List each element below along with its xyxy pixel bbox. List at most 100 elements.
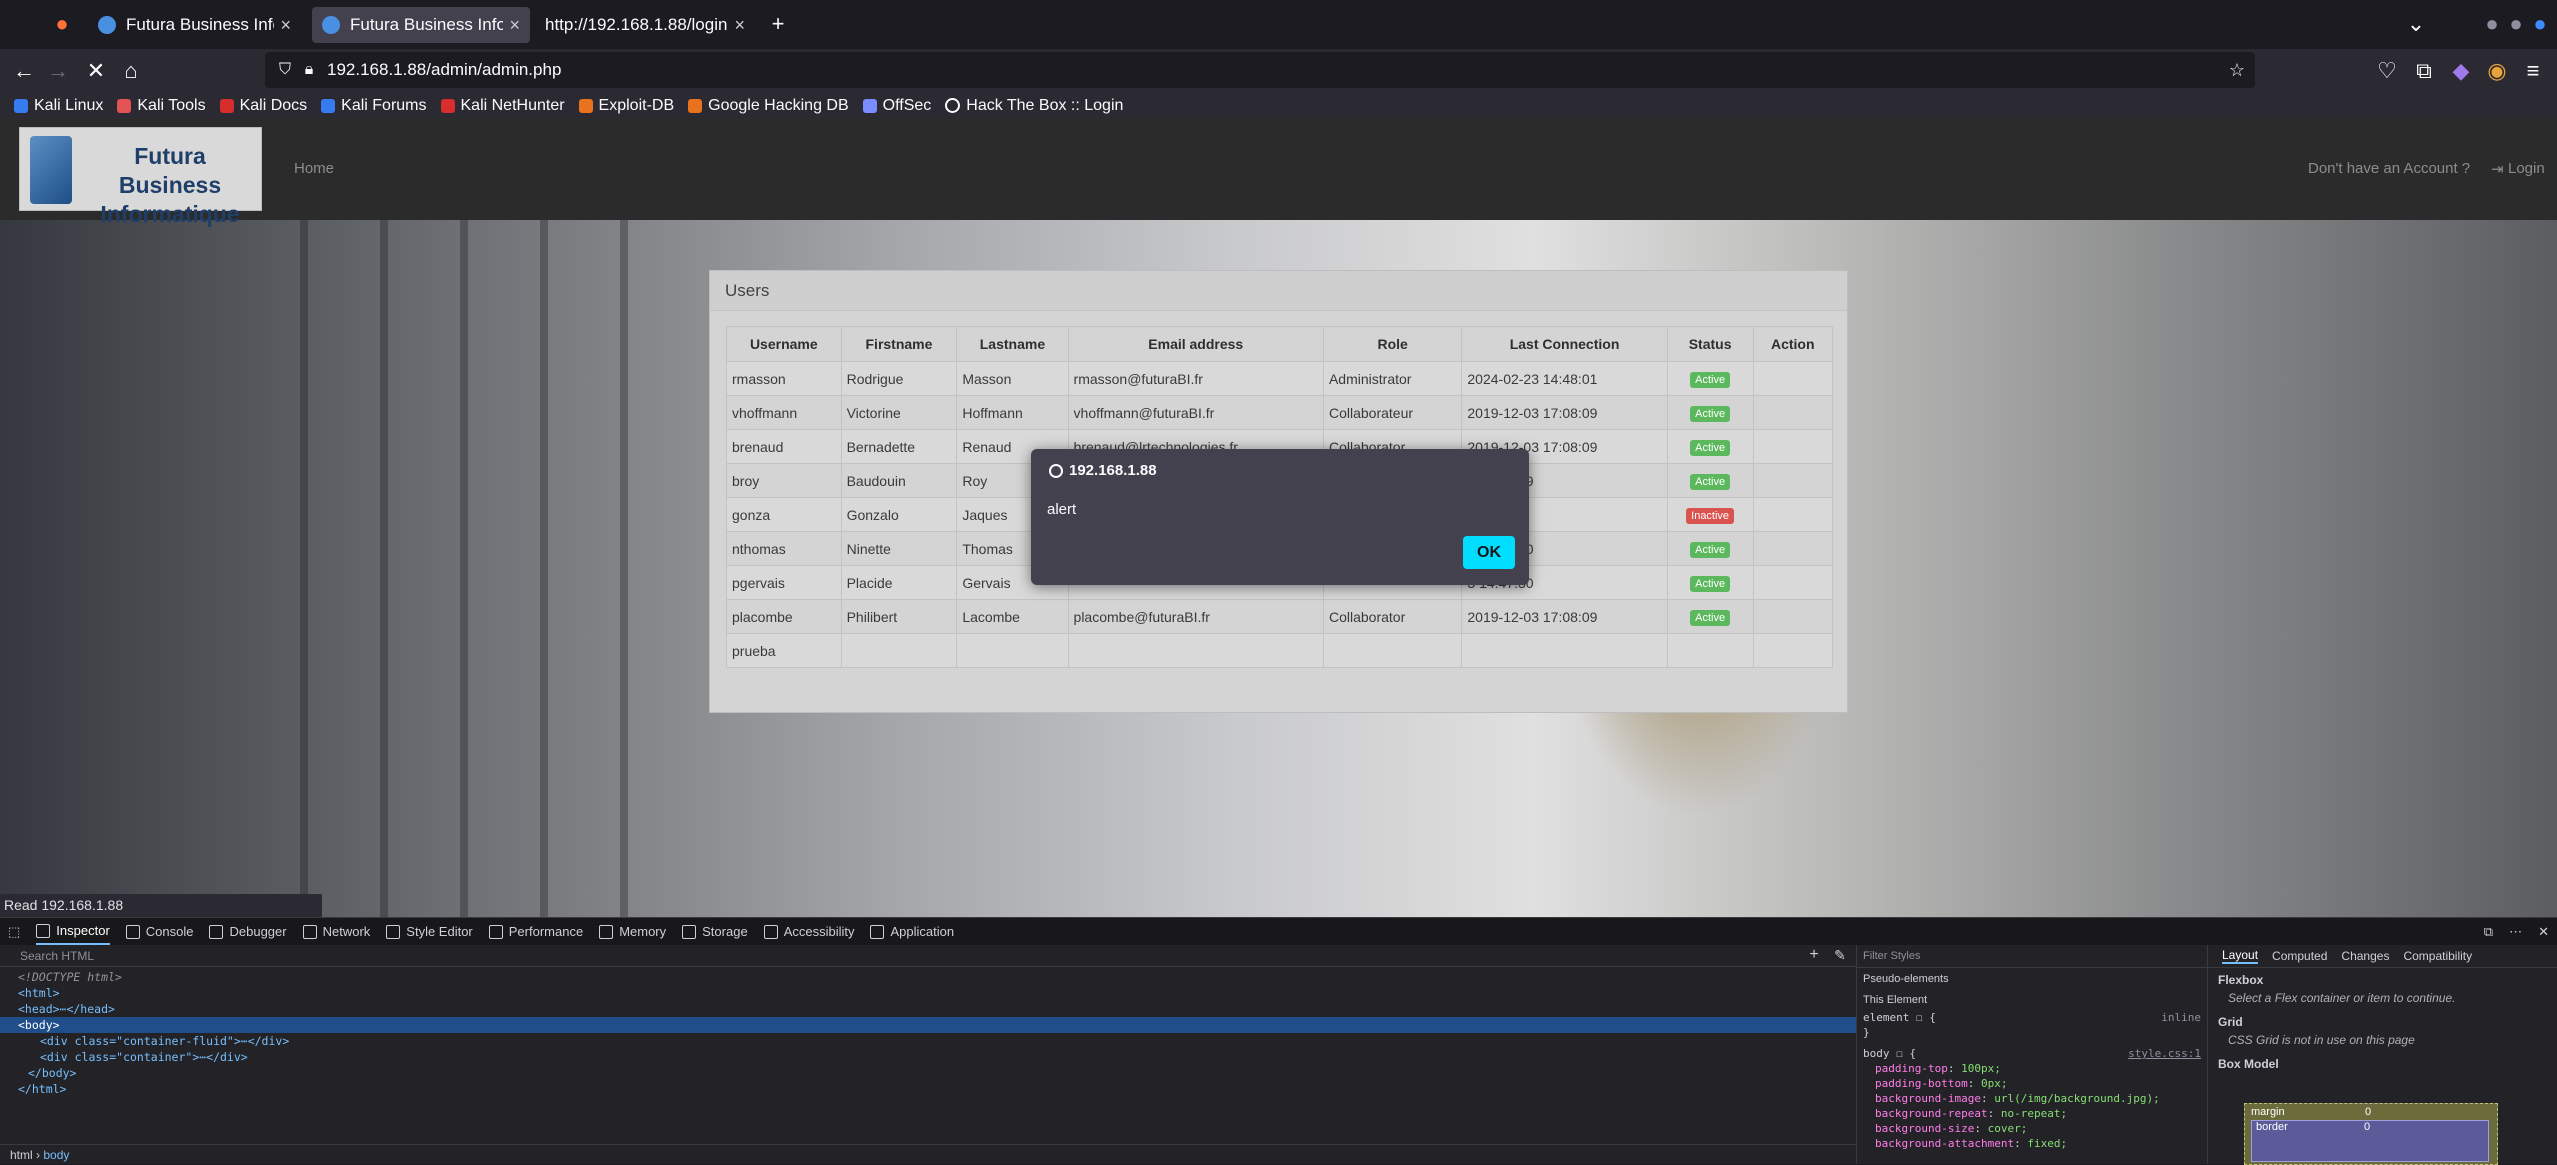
- markup-view: Search HTML + ✎ <!DOCTYPE html> <html> <…: [0, 945, 1857, 1164]
- css-value[interactable]: cover;: [1988, 1122, 2028, 1135]
- url-bar[interactable]: ⛉ 🔒︎ 192.168.1.88/admin/admin.php ☆: [265, 52, 2255, 88]
- tab-style-editor[interactable]: Style Editor: [386, 918, 473, 945]
- element-rule: element ☐ {inline: [1857, 1010, 2207, 1025]
- browser-tab-1[interactable]: Futura Business Informat ×: [88, 7, 301, 43]
- html-node-html-close[interactable]: </html>: [0, 1081, 1856, 1097]
- stop-loading-icon[interactable]: ✕: [82, 57, 110, 85]
- css-declaration[interactable]: padding-bottom: 0px;: [1857, 1076, 2207, 1091]
- performance-icon: [488, 924, 503, 939]
- pocket-icon[interactable]: ♡: [2373, 57, 2401, 85]
- css-value[interactable]: url(/img/background.jpg);: [1994, 1092, 2160, 1105]
- back-icon[interactable]: ←: [10, 57, 38, 85]
- list-tabs-chevron-icon[interactable]: ⌄: [2402, 10, 2430, 38]
- dock-options-icon[interactable]: ⧉: [2484, 918, 2493, 945]
- navigation-toolbar: ← → ✕ ⌂ ⛉ 🔒︎ 192.168.1.88/admin/admin.ph…: [0, 49, 2557, 93]
- css-property[interactable]: background-size: [1875, 1122, 1974, 1135]
- browser-tab-3[interactable]: http://192.168.1.88/login.php ×: [535, 7, 755, 43]
- html-node-body[interactable]: <body>: [0, 1017, 1856, 1033]
- stylesheet-link[interactable]: style.css:1: [2128, 1046, 2201, 1061]
- filter-styles-input[interactable]: Filter Styles: [1857, 945, 2207, 968]
- close-tab-icon[interactable]: ×: [280, 15, 291, 36]
- breadcrumb-body[interactable]: body: [43, 1148, 69, 1162]
- css-value[interactable]: 0px;: [1981, 1077, 2008, 1090]
- tab-accessibility[interactable]: Accessibility: [763, 918, 854, 945]
- css-separator: :: [1974, 1122, 1988, 1135]
- css-property[interactable]: background-repeat: [1875, 1107, 1988, 1120]
- border-top-value[interactable]: 0: [2364, 1121, 2370, 1133]
- css-declaration[interactable]: background-attachment: fixed;: [1857, 1136, 2207, 1151]
- html-node-div-container-fluid[interactable]: <div class="container-fluid">⋯</div>: [0, 1033, 1856, 1049]
- html-node-doctype[interactable]: <!DOCTYPE html>: [0, 969, 1856, 985]
- kali-forums-icon: [321, 98, 336, 113]
- hamburger-menu-icon[interactable]: ≡: [2519, 57, 2547, 85]
- bookmark-item[interactable]: Kali Forums: [321, 96, 427, 115]
- lock-icon[interactable]: 🔒︎: [295, 56, 323, 84]
- grid-heading[interactable]: Grid: [2208, 1014, 2557, 1030]
- bookmark-item[interactable]: Exploit-DB: [578, 97, 674, 115]
- css-declaration[interactable]: background-size: cover;: [1857, 1121, 2207, 1136]
- css-value[interactable]: fixed;: [2027, 1137, 2067, 1150]
- extensions-icon[interactable]: ⧉: [2410, 57, 2438, 85]
- subtab-compatibility[interactable]: Compatibility: [2403, 949, 2472, 963]
- margin-label: margin: [2251, 1106, 2285, 1118]
- bookmark-item[interactable]: OffSec: [862, 97, 931, 115]
- css-declaration[interactable]: background-image: url(/img/background.jp…: [1857, 1091, 2207, 1106]
- add-node-icon[interactable]: +: [1800, 941, 1828, 969]
- css-property[interactable]: padding-top: [1875, 1062, 1948, 1075]
- new-tab-icon[interactable]: +: [764, 10, 792, 38]
- bookmark-item[interactable]: Hack The Box :: Login: [945, 97, 1123, 115]
- firefox-menu-icon[interactable]: ●: [48, 10, 76, 38]
- close-devtools-icon[interactable]: ✕: [2538, 918, 2549, 945]
- subtab-computed[interactable]: Computed: [2272, 949, 2327, 963]
- css-property[interactable]: padding-bottom: [1875, 1077, 1968, 1090]
- box-model-heading[interactable]: Box Model: [2208, 1056, 2557, 1072]
- margin-top-value[interactable]: 0: [2365, 1106, 2371, 1118]
- tab-inspector[interactable]: Inspector: [36, 918, 110, 945]
- css-value[interactable]: 100px;: [1961, 1062, 2001, 1075]
- html-search-input[interactable]: Search HTML: [0, 945, 1856, 967]
- bookmark-item[interactable]: Kali Linux: [14, 97, 103, 115]
- home-icon[interactable]: ⌂: [117, 57, 145, 85]
- bookmark-label: Google Hacking DB: [708, 96, 849, 114]
- tab-storage[interactable]: Storage: [682, 918, 748, 945]
- pick-element-icon[interactable]: ⬚: [8, 918, 20, 945]
- extension-badge-icon[interactable]: ◆: [2447, 57, 2475, 85]
- forward-icon[interactable]: →: [44, 57, 72, 85]
- tab-application[interactable]: Application: [870, 918, 954, 945]
- bookmark-item[interactable]: Kali NetHunter: [440, 97, 565, 115]
- close-window-icon[interactable]: ●: [2526, 10, 2554, 38]
- css-value[interactable]: no-repeat;: [2001, 1107, 2067, 1120]
- html-node-html[interactable]: <html>: [0, 985, 1856, 1001]
- subtab-layout[interactable]: Layout: [2222, 948, 2259, 964]
- alert-ok-button[interactable]: OK: [1463, 536, 1515, 569]
- eyedropper-icon[interactable]: ✎: [1826, 941, 1854, 969]
- html-node-head[interactable]: <head>⋯</head>: [0, 1001, 1856, 1017]
- subtab-changes[interactable]: Changes: [2341, 949, 2389, 963]
- breadcrumb-html[interactable]: html: [10, 1148, 33, 1162]
- pseudo-elements-toggle[interactable]: Pseudo-elements: [1857, 968, 2207, 990]
- tab-console[interactable]: Console: [125, 918, 193, 945]
- bookmark-item[interactable]: Google Hacking DB: [688, 97, 849, 115]
- inline-source: inline: [2161, 1011, 2201, 1024]
- bookmark-item[interactable]: Kali Tools: [117, 97, 206, 115]
- tab-performance[interactable]: Performance: [488, 918, 583, 945]
- tab-network[interactable]: Network: [302, 918, 371, 945]
- close-tab-icon[interactable]: ×: [734, 15, 745, 36]
- bookmark-item[interactable]: Kali Docs: [219, 97, 307, 115]
- css-property[interactable]: background-image: [1875, 1092, 1981, 1105]
- tab-memory[interactable]: Memory: [599, 918, 666, 945]
- tab-label: Network: [322, 924, 371, 939]
- flexbox-heading[interactable]: Flexbox: [2208, 972, 2557, 988]
- browser-tab-2[interactable]: Futura Business Informat ×: [312, 7, 530, 43]
- css-declaration[interactable]: padding-top: 100px;: [1857, 1061, 2207, 1076]
- html-node-div-container[interactable]: <div class="container">⋯</div>: [0, 1049, 1856, 1065]
- css-declaration[interactable]: background-repeat: no-repeat;: [1857, 1106, 2207, 1121]
- css-property[interactable]: background-attachment: [1875, 1137, 2014, 1150]
- tab-debugger[interactable]: Debugger: [209, 918, 287, 945]
- bookmark-label: Kali Forums: [341, 96, 427, 114]
- html-node-body-close[interactable]: </body>: [0, 1065, 1856, 1081]
- bookmark-star-icon[interactable]: ☆: [2223, 56, 2251, 84]
- account-icon[interactable]: ◉: [2483, 57, 2511, 85]
- devtools-menu-icon[interactable]: ⋯: [2509, 918, 2522, 945]
- close-tab-icon[interactable]: ×: [509, 15, 520, 36]
